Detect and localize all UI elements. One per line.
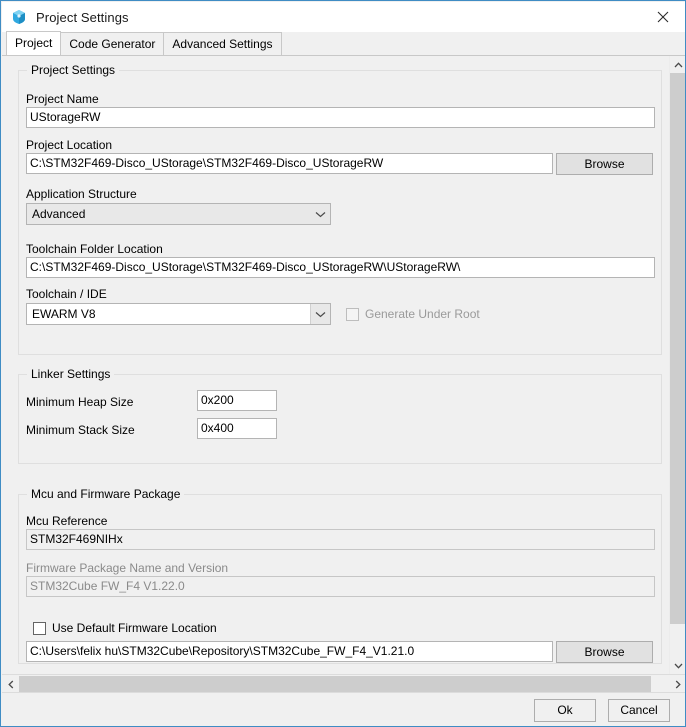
project-settings-dialog: Project Settings Project Code Generator … bbox=[0, 0, 686, 727]
chevron-down-icon bbox=[674, 663, 682, 669]
chevron-right-icon bbox=[675, 680, 681, 688]
vertical-scroll-thumb[interactable] bbox=[670, 73, 685, 624]
window-title: Project Settings bbox=[36, 9, 129, 25]
application-structure-label: Application Structure bbox=[26, 187, 137, 201]
toolchain-folder-label: Toolchain Folder Location bbox=[26, 242, 163, 256]
project-location-browse-button[interactable]: Browse bbox=[556, 153, 653, 175]
mcu-reference-value: STM32F469NIHx bbox=[26, 529, 655, 550]
minimum-stack-size-label: Minimum Stack Size bbox=[26, 423, 135, 437]
chevron-up-icon bbox=[674, 61, 682, 67]
horizontal-scroll-thumb[interactable] bbox=[19, 676, 651, 692]
horizontal-scrollbar[interactable] bbox=[2, 674, 685, 693]
stm-cube-icon bbox=[11, 9, 27, 25]
cancel-button[interactable]: Cancel bbox=[608, 699, 670, 722]
dialog-footer: Ok Cancel bbox=[2, 692, 685, 726]
mcu-firmware-group-title: Mcu and Firmware Package bbox=[27, 487, 185, 501]
application-structure-value: Advanced bbox=[32, 207, 86, 221]
firmware-location-browse-button[interactable]: Browse bbox=[556, 641, 653, 663]
generate-under-root-checkbox[interactable] bbox=[346, 307, 359, 321]
title-bar: Project Settings bbox=[2, 2, 685, 32]
project-location-input[interactable]: C:\STM32F469-Disco_UStorage\STM32F469-Di… bbox=[26, 153, 553, 174]
toolchain-ide-value: EWARM V8 bbox=[32, 307, 96, 321]
scroll-right-button[interactable] bbox=[669, 675, 685, 693]
settings-content: Project Settings Project Name UStorageRW… bbox=[2, 56, 685, 674]
tab-bar: Project Code Generator Advanced Settings bbox=[2, 31, 685, 56]
project-name-input[interactable]: UStorageRW bbox=[26, 107, 655, 128]
scroll-down-button[interactable] bbox=[670, 657, 685, 674]
firmware-location-input[interactable]: C:\Users\felix hu\STM32Cube\Repository\S… bbox=[26, 641, 553, 662]
scroll-left-button[interactable] bbox=[2, 675, 19, 693]
mcu-reference-label: Mcu Reference bbox=[26, 514, 108, 528]
close-button[interactable] bbox=[640, 2, 685, 32]
generate-under-root-checkbox-row[interactable]: Generate Under Root bbox=[346, 307, 480, 321]
minimum-stack-size-input[interactable]: 0x400 bbox=[197, 418, 277, 439]
toolchain-ide-label: Toolchain / IDE bbox=[26, 287, 107, 301]
chevron-down-icon bbox=[311, 204, 330, 224]
linker-settings-group: Linker Settings bbox=[18, 367, 662, 464]
scroll-up-button[interactable] bbox=[670, 56, 685, 73]
close-icon bbox=[657, 11, 669, 23]
tab-code-generator[interactable]: Code Generator bbox=[60, 32, 165, 55]
project-settings-group-title: Project Settings bbox=[27, 63, 120, 77]
vertical-scroll-track[interactable] bbox=[670, 73, 685, 657]
minimum-heap-size-label: Minimum Heap Size bbox=[26, 395, 134, 409]
project-pane: Project Settings Project Name UStorageRW… bbox=[2, 56, 670, 674]
tab-advanced-settings[interactable]: Advanced Settings bbox=[163, 32, 282, 55]
tab-project[interactable]: Project bbox=[6, 31, 62, 55]
use-default-firmware-location-label: Use Default Firmware Location bbox=[52, 621, 217, 635]
toolchain-ide-select[interactable]: EWARM V8 bbox=[26, 303, 331, 325]
minimum-heap-size-input[interactable]: 0x200 bbox=[197, 390, 277, 411]
tab-project-label: Project bbox=[15, 36, 53, 50]
project-location-label: Project Location bbox=[26, 138, 113, 152]
application-structure-select[interactable]: Advanced bbox=[26, 203, 331, 225]
vertical-scrollbar[interactable] bbox=[669, 56, 685, 674]
use-default-firmware-location-checkbox[interactable] bbox=[33, 621, 46, 635]
chevron-left-icon bbox=[7, 680, 13, 688]
toolchain-folder-input[interactable]: C:\STM32F469-Disco_UStorage\STM32F469-Di… bbox=[26, 257, 655, 278]
linker-settings-group-title: Linker Settings bbox=[27, 367, 115, 381]
firmware-package-label: Firmware Package Name and Version bbox=[26, 561, 229, 575]
tab-code-generator-label: Code Generator bbox=[69, 37, 156, 51]
project-name-label: Project Name bbox=[26, 92, 99, 106]
ok-button[interactable]: Ok bbox=[534, 699, 596, 722]
chevron-down-icon bbox=[310, 304, 330, 324]
tab-advanced-settings-label: Advanced Settings bbox=[172, 37, 273, 51]
use-default-firmware-location-row[interactable]: Use Default Firmware Location bbox=[33, 621, 217, 635]
generate-under-root-label: Generate Under Root bbox=[365, 307, 480, 321]
firmware-package-value: STM32Cube FW_F4 V1.22.0 bbox=[26, 576, 655, 597]
